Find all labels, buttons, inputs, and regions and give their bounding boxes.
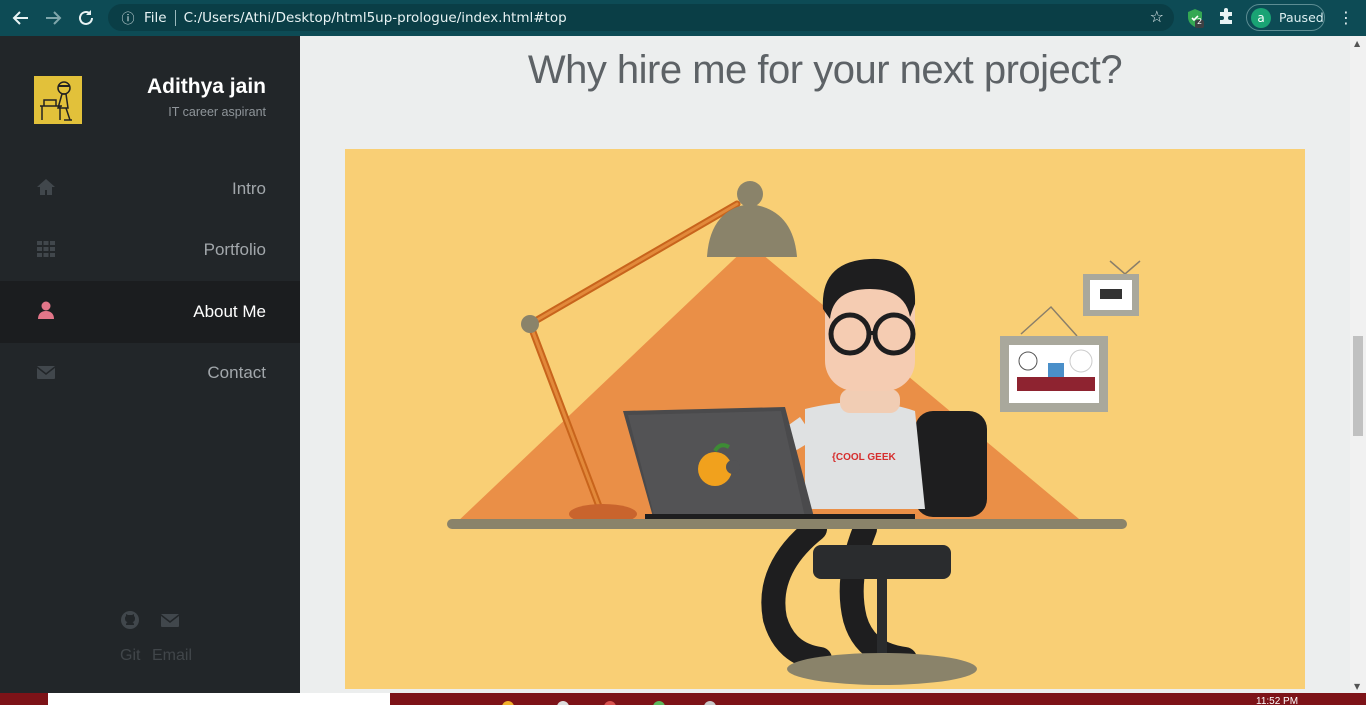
info-icon[interactable]: ⓘ: [118, 8, 138, 27]
back-button[interactable]: [5, 2, 37, 34]
extensions-puzzle-icon[interactable]: [1217, 7, 1235, 29]
sidebar-item-intro[interactable]: Intro: [0, 158, 300, 220]
sidebar-item-label: About Me: [193, 301, 266, 321]
url-text[interactable]: C:/Users/Athi/Desktop/html5up-prologue/i…: [184, 10, 567, 26]
reload-icon: [79, 10, 93, 25]
taskbar-app-icon[interactable]: [502, 701, 514, 705]
bookmark-star-icon[interactable]: ☆: [1150, 7, 1164, 26]
scroll-down-icon[interactable]: ▼: [1354, 682, 1360, 691]
shirt-text: {COOL GEEK: [832, 452, 896, 463]
extension-badge: 2: [1197, 17, 1203, 26]
envelope-icon: [36, 365, 56, 379]
home-icon: [37, 179, 55, 195]
sidebar: Adithya jain IT career aspirant Intro Po…: [0, 36, 300, 693]
sidebar-item-label: Contact: [207, 363, 266, 383]
omnibox-divider: [174, 9, 176, 26]
github-icon[interactable]: [120, 610, 140, 630]
git-link[interactable]: Git: [120, 647, 140, 665]
sidebar-item-contact[interactable]: Contact: [0, 343, 300, 405]
page-scrollbar[interactable]: ▲ ▼: [1350, 36, 1366, 693]
site-name[interactable]: Adithya jain: [147, 75, 266, 99]
browser-toolbar: ⓘ File C:/Users/Athi/Desktop/html5up-pro…: [0, 0, 1366, 36]
extension-shield-icon[interactable]: 2: [1186, 8, 1204, 28]
profile-button[interactable]: a Paused: [1246, 4, 1325, 31]
taskbar-clock[interactable]: 11:52 PM: [1256, 696, 1298, 705]
forward-button[interactable]: [37, 2, 69, 34]
grid-icon: [37, 240, 55, 257]
url-scheme-label: File: [144, 9, 167, 26]
main-content: Why hire me for your next project? {COOL…: [300, 36, 1350, 693]
email-icon[interactable]: [160, 610, 180, 630]
sidebar-item-label: Portfolio: [203, 240, 266, 260]
more-menu-icon[interactable]: ⋮: [1338, 8, 1354, 27]
os-taskbar: 11:52 PM: [0, 693, 1366, 705]
taskbar-app-icon[interactable]: [653, 701, 665, 705]
reload-button[interactable]: [70, 2, 102, 34]
sidebar-item-label: Intro: [231, 178, 266, 198]
avatar: [34, 76, 82, 124]
profile-avatar: a: [1251, 7, 1271, 28]
sidebar-item-about-me[interactable]: About Me: [0, 281, 300, 343]
taskbar-app-icon[interactable]: [604, 701, 616, 705]
profile-status: Paused: [1279, 10, 1324, 25]
arrow-left-icon: [12, 11, 28, 25]
user-icon: [38, 301, 54, 319]
email-link[interactable]: Email: [152, 647, 192, 665]
hero-illustration: {COOL GEEK: [345, 149, 1305, 689]
sidebar-nav: Intro Portfolio About Me Contact: [0, 158, 300, 404]
taskbar-app-icon[interactable]: [557, 701, 569, 705]
taskbar-search-box[interactable]: [48, 693, 390, 705]
taskbar-app-icon[interactable]: [704, 701, 716, 705]
sidebar-item-portfolio[interactable]: Portfolio: [0, 220, 300, 282]
scroll-up-icon[interactable]: ▲: [1354, 39, 1360, 48]
arrow-right-icon: [46, 11, 62, 25]
section-heading: Why hire me for your next project?: [527, 48, 1123, 92]
scrollbar-thumb[interactable]: [1353, 336, 1363, 436]
site-tagline: IT career aspirant: [168, 105, 266, 119]
address-bar[interactable]: ⓘ File C:/Users/Athi/Desktop/html5up-pro…: [108, 4, 1174, 31]
